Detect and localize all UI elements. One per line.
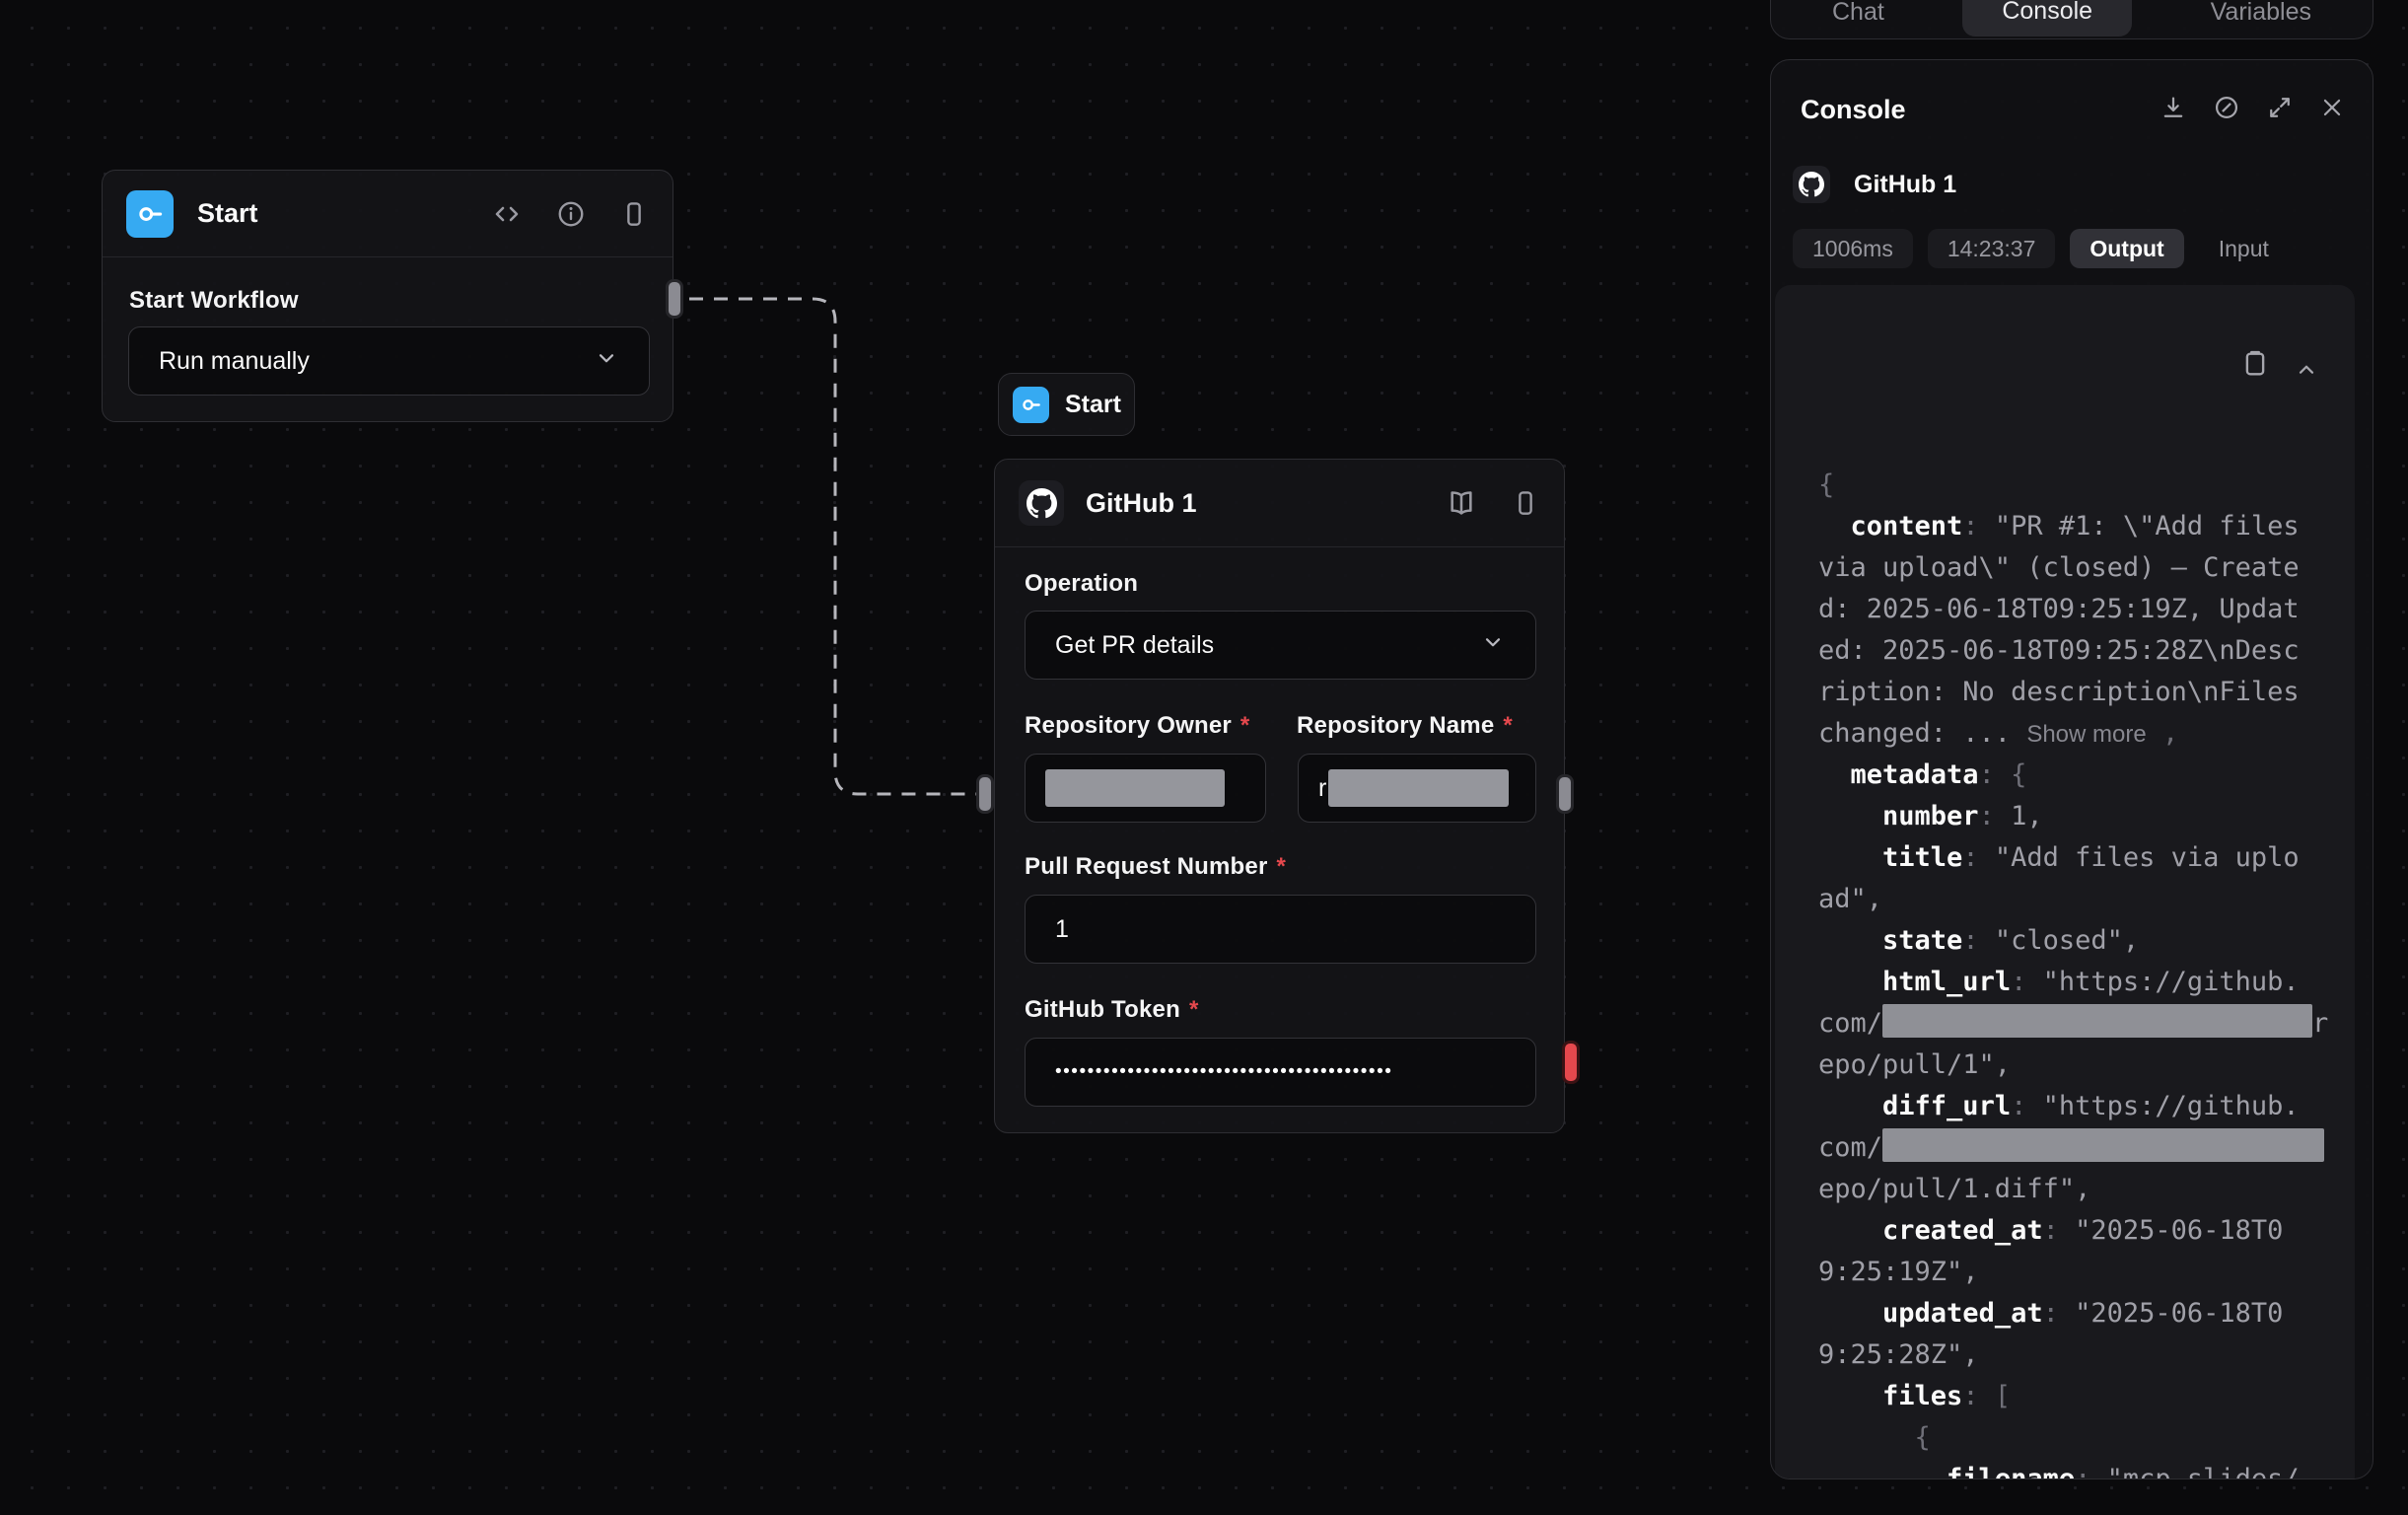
chevron-down-icon: [1480, 629, 1506, 662]
pr-number-label: Pull Request Number*: [1025, 853, 1286, 881]
code-line: created_at: "2025-06-18T0: [1818, 1210, 2355, 1252]
code-line: via upload\" (closed) — Create: [1818, 547, 2355, 589]
redacted-value: [1328, 769, 1509, 807]
repo-owner-input[interactable]: [1025, 754, 1266, 823]
github-node-title: GitHub 1: [1086, 488, 1197, 519]
panel-icon[interactable]: [1511, 488, 1540, 518]
code-line: title: "Add files via uplo: [1818, 837, 2355, 879]
github-node-error-handle[interactable]: [1562, 1041, 1580, 1084]
code-line: number: 1,: [1818, 796, 2355, 837]
time-badge: 14:23:37: [1928, 229, 2056, 268]
repo-name-visible-char: r: [1318, 774, 1326, 803]
tab-console[interactable]: Console: [1962, 0, 2132, 36]
github-token-masked-value: ••••••••••••••••••••••••••••••••••••••••…: [1055, 1061, 1392, 1083]
required-asterisk: *: [1503, 712, 1513, 739]
download-icon[interactable]: [2160, 94, 2187, 126]
panel-icon[interactable]: [619, 199, 649, 229]
code-line: 9:25:28Z",: [1818, 1335, 2355, 1376]
show-more-link[interactable]: Show more: [2026, 721, 2146, 748]
pr-number-input[interactable]: 1: [1025, 895, 1536, 964]
info-icon[interactable]: [556, 199, 586, 229]
github-token-input[interactable]: ••••••••••••••••••••••••••••••••••••••••…: [1025, 1038, 1536, 1107]
required-asterisk: *: [1240, 712, 1250, 739]
redacted-text: [1882, 1128, 2324, 1162]
code-line: content: "PR #1: \"Add files: [1818, 506, 2355, 547]
console-panel-title: Console: [1801, 95, 1906, 125]
panel-tab-bar: Chat Console Variables: [1770, 0, 2373, 39]
start-badge-node[interactable]: Start: [998, 373, 1135, 436]
code-line: epo/pull/1",: [1818, 1045, 2355, 1086]
code-line: ad",: [1818, 879, 2355, 920]
code-line: changed: ... Show more ,: [1818, 713, 2355, 755]
redacted-text: [1882, 1004, 2312, 1038]
code-icon[interactable]: [491, 198, 523, 230]
github-token-label: GitHub Token*: [1025, 996, 1199, 1024]
github-icon: [1793, 166, 1830, 203]
code-line: diff_url: "https://github.: [1818, 1086, 2355, 1127]
code-line: metadata: {: [1818, 755, 2355, 796]
book-open-icon[interactable]: [1446, 487, 1477, 519]
tab-variables[interactable]: Variables: [2193, 0, 2329, 36]
github-icon: [1019, 480, 1064, 526]
output-json-block[interactable]: { content: "PR #1: \"Add filesvia upload…: [1775, 285, 2355, 1479]
duration-badge: 1006ms: [1793, 229, 1913, 268]
clear-icon[interactable]: [2213, 94, 2240, 126]
output-tab[interactable]: Output: [2070, 229, 2183, 268]
repo-owner-label: Repository Owner*: [1025, 712, 1249, 740]
trigger-select[interactable]: Run manually: [128, 326, 650, 396]
code-line: epo/pull/1.diff",: [1818, 1169, 2355, 1210]
start-node-header: Start: [103, 171, 673, 257]
output-json-lines: { content: "PR #1: \"Add filesvia upload…: [1818, 465, 2355, 1479]
repo-name-input[interactable]: r: [1298, 754, 1536, 823]
code-line: html_url: "https://github.: [1818, 962, 2355, 1003]
start-node[interactable]: Start Start Workflow Run manually: [102, 170, 673, 422]
github-node-output-handle[interactable]: [1556, 774, 1574, 814]
redacted-value: [1045, 769, 1225, 807]
operation-label: Operation: [1025, 570, 1138, 598]
code-line: ed: 2025-06-18T09:25:28Z\nDesc: [1818, 630, 2355, 672]
expand-icon[interactable]: [2266, 94, 2294, 126]
run-node-title: GitHub 1: [1854, 171, 1956, 199]
github-node-input-handle[interactable]: [976, 774, 994, 814]
code-line: {: [1818, 465, 2355, 506]
operation-select[interactable]: Get PR details: [1025, 611, 1536, 680]
console-panel: Console GitHub 1 1006ms 14:23:37 Output …: [1770, 59, 2373, 1479]
code-line: 9:25:19Z",: [1818, 1252, 2355, 1293]
code-line: filename: "mcp_slides/: [1818, 1459, 2355, 1479]
required-asterisk: *: [1277, 853, 1287, 880]
code-line: com/r: [1818, 1003, 2355, 1045]
key-icon: [1013, 387, 1049, 423]
code-line: {: [1818, 1417, 2355, 1459]
github-node[interactable]: GitHub 1 Operation Get PR details Reposi…: [994, 459, 1565, 1133]
chevron-up-icon[interactable]: [2197, 313, 2319, 437]
github-node-header: GitHub 1: [995, 460, 1564, 547]
code-line: state: "closed",: [1818, 920, 2355, 962]
start-workflow-label: Start Workflow: [129, 287, 299, 315]
required-asterisk: *: [1189, 996, 1199, 1023]
chevron-down-icon: [594, 345, 619, 378]
tab-chat[interactable]: Chat: [1814, 0, 1902, 36]
code-line: ription: No description\nFiles: [1818, 672, 2355, 713]
operation-select-value: Get PR details: [1055, 631, 1214, 660]
start-badge-label: Start: [1065, 391, 1121, 419]
repo-name-label: Repository Name*: [1297, 712, 1513, 740]
code-line: files: [: [1818, 1376, 2355, 1417]
close-icon[interactable]: [2319, 95, 2345, 125]
pr-number-value: 1: [1055, 915, 1069, 944]
start-node-title: Start: [197, 198, 258, 229]
key-icon: [126, 190, 174, 238]
code-line: com/: [1818, 1127, 2355, 1169]
trigger-select-value: Run manually: [159, 347, 310, 376]
code-line: d: 2025-06-18T09:25:19Z, Updat: [1818, 589, 2355, 630]
code-line: updated_at: "2025-06-18T0: [1818, 1293, 2355, 1335]
start-node-output-handle[interactable]: [666, 279, 683, 319]
input-tab[interactable]: Input: [2199, 229, 2289, 268]
